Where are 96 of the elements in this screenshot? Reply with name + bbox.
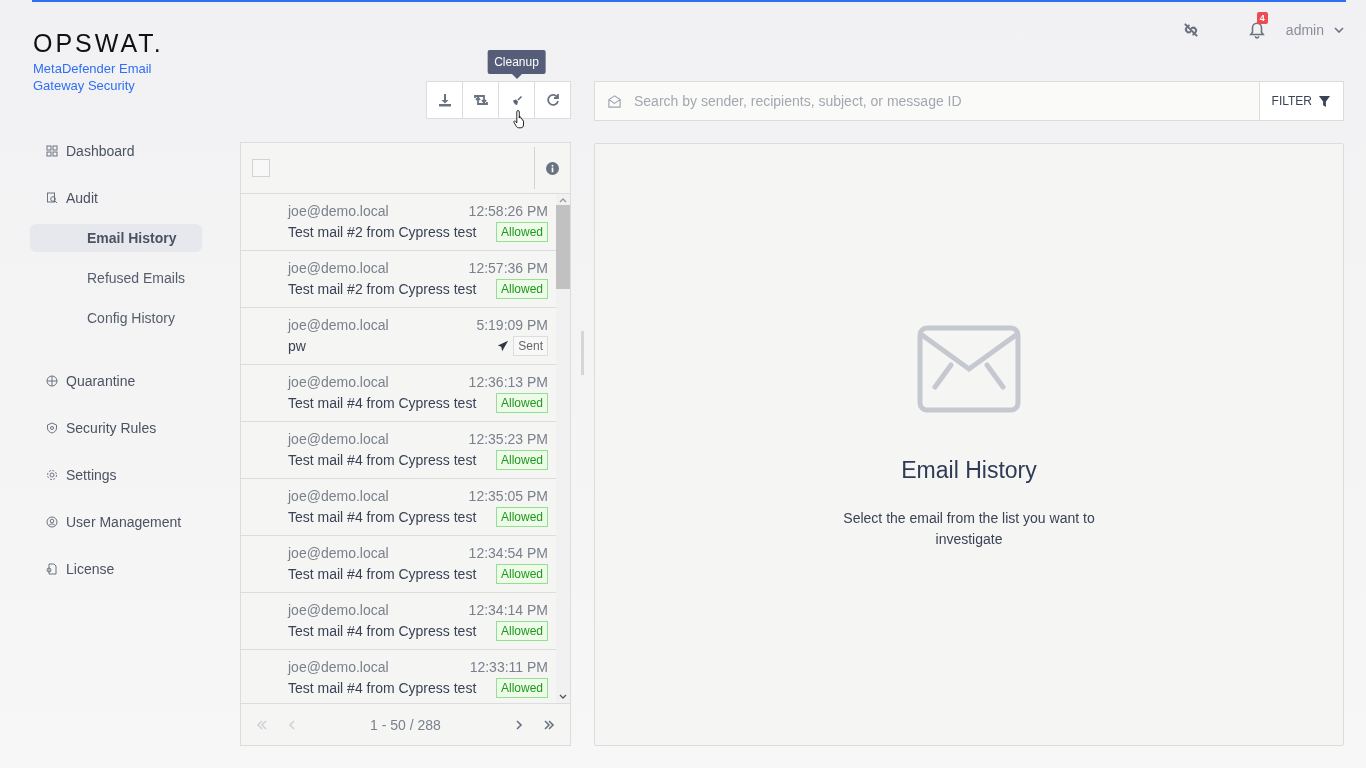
subject-text: Test mail #4 from Cypress test <box>288 623 477 639</box>
envelope-icon <box>917 325 1021 413</box>
detail-title: Email History <box>901 457 1037 484</box>
status-badge: Allowed <box>495 507 548 527</box>
double-chevron-left-icon <box>256 719 268 730</box>
page-range-text: 1 - 50 / 288 <box>369 716 442 733</box>
bell-icon[interactable] <box>1247 21 1266 39</box>
search-input[interactable]: Search by sender, recipients, subject, or message ID <box>634 83 1259 119</box>
tooltip: Cleanup <box>487 50 546 74</box>
time-text: 12:36:13 PM <box>468 374 548 390</box>
sender-text: joe@demo.local <box>288 602 389 618</box>
shield-icon <box>46 422 58 434</box>
status-badge: Allowed <box>495 678 548 698</box>
time-text: 12:58:26 PM <box>468 203 548 219</box>
subject-text: pw <box>288 338 306 354</box>
time-text: 12:34:54 PM <box>468 545 548 561</box>
sidebar-subitem[interactable]: Email History <box>30 224 202 252</box>
product-name: MetaDefender Email Gateway Security <box>33 60 153 94</box>
sender-text: joe@demo.local <box>288 659 389 675</box>
email-list-item[interactable]: joe@demo.local 12:35:23 PM Test mail #4 from Cypress test Allowed <box>241 422 556 479</box>
download-button[interactable] <box>426 81 463 119</box>
email-list-item[interactable]: joe@demo.local 12:35:05 PM Test mail #4 from Cypress test Allowed <box>241 479 556 536</box>
sidebar-item[interactable]: Quarantine <box>30 370 240 392</box>
sender-text: joe@demo.local <box>288 203 389 219</box>
sidebar-item[interactable]: User Management <box>30 511 240 533</box>
sidebar-subitem[interactable]: Refused Emails <box>30 264 202 292</box>
sidebar-item[interactable]: License <box>30 558 240 580</box>
notification-badge: 4 <box>1256 12 1268 24</box>
quarantine-icon <box>46 375 58 387</box>
unlink-icon[interactable] <box>1181 21 1200 39</box>
sender-text: joe@demo.local <box>288 317 389 333</box>
scrollbar-thumb[interactable] <box>556 205 570 289</box>
refresh-icon <box>544 92 561 108</box>
subject-text: Test mail #4 from Cypress test <box>288 452 477 468</box>
status-badge: Allowed <box>495 393 548 413</box>
logo: OPSWAT. <box>33 30 165 56</box>
subject-text: Test mail #4 from Cypress test <box>288 680 477 696</box>
license-icon <box>46 563 58 575</box>
time-text: 5:19:09 PM <box>476 317 548 333</box>
download-icon <box>436 92 453 108</box>
time-text: 12:34:14 PM <box>468 602 548 618</box>
sender-text: joe@demo.local <box>288 431 389 447</box>
double-chevron-right-icon <box>543 719 555 730</box>
scrollbar[interactable] <box>556 194 570 703</box>
time-text: 12:35:23 PM <box>468 431 548 447</box>
subject-text: Test mail #2 from Cypress test <box>288 281 477 297</box>
chevron-down-icon <box>1334 27 1344 33</box>
refresh-button[interactable] <box>534 81 571 119</box>
info-icon[interactable] <box>546 161 559 175</box>
audit-icon <box>46 192 58 204</box>
status-badge: Allowed <box>495 279 548 299</box>
status-badge: Sent <box>513 336 548 356</box>
repeat-icon <box>472 92 489 108</box>
subject-text: Test mail #4 from Cypress test <box>288 566 477 582</box>
sender-text: joe@demo.local <box>288 260 389 276</box>
sidebar-item[interactable]: Dashboard <box>30 140 240 162</box>
select-all-checkbox[interactable] <box>252 159 270 177</box>
sidebar-item[interactable]: Security Rules <box>30 417 240 439</box>
filter-icon <box>1318 94 1331 108</box>
tooltip-pointer <box>511 74 522 79</box>
gear-icon <box>46 469 58 481</box>
time-text: 12:35:05 PM <box>468 488 548 504</box>
chevron-right-icon <box>513 719 525 730</box>
scroll-up-icon[interactable] <box>559 197 567 203</box>
email-list-item[interactable]: joe@demo.local 12:34:54 PM Test mail #4 from Cypress test Allowed <box>241 536 556 593</box>
subject-text: Test mail #4 from Cypress test <box>288 395 477 411</box>
email-list-item[interactable]: joe@demo.local 12:33:11 PM Test mail #4 from Cypress test Allowed <box>241 650 556 703</box>
sidebar-subitem[interactable]: Config History <box>30 304 202 332</box>
sender-text: joe@demo.local <box>288 374 389 390</box>
status-badge: Allowed <box>495 621 548 641</box>
chevron-left-icon <box>286 719 298 730</box>
status-badge: Allowed <box>495 222 548 242</box>
status-badge: Allowed <box>495 564 548 584</box>
envelope-open-icon <box>607 93 622 109</box>
subject-text: Test mail #2 from Cypress test <box>288 224 477 240</box>
email-list-item[interactable]: joe@demo.local 12:58:26 PM Test mail #2 from Cypress test Allowed <box>241 194 556 251</box>
user-icon <box>46 516 58 528</box>
sidebar-item[interactable]: Audit <box>30 187 240 209</box>
sender-text: joe@demo.local <box>288 488 389 504</box>
detail-message: Select the email from the list you want to investigate <box>842 509 1096 549</box>
sender-text: joe@demo.local <box>288 545 389 561</box>
sidebar-item[interactable]: Settings <box>30 464 240 486</box>
email-list-item[interactable]: joe@demo.local 12:57:36 PM Test mail #2 from Cypress test Allowed <box>241 251 556 308</box>
retweet-button[interactable] <box>462 81 499 119</box>
email-list-item[interactable]: joe@demo.local 5:19:09 PM pw Sent <box>241 308 556 365</box>
filter-button[interactable]: FILTER <box>1258 81 1344 121</box>
status-badge: Allowed <box>495 450 548 470</box>
dashboard-icon <box>46 145 58 157</box>
search-field[interactable]: Search by sender, recipients, subject, or message ID <box>594 81 1259 121</box>
time-text: 12:33:11 PM <box>469 659 548 675</box>
subject-text: Test mail #4 from Cypress test <box>288 509 477 525</box>
scroll-down-icon[interactable] <box>559 694 567 700</box>
email-list-item[interactable]: joe@demo.local 12:34:14 PM Test mail #4 from Cypress test Allowed <box>241 593 556 650</box>
paper-plane-icon <box>497 340 510 352</box>
email-list-item[interactable]: joe@demo.local 12:36:13 PM Test mail #4 from Cypress test Allowed <box>241 365 556 422</box>
time-text: 12:57:36 PM <box>468 260 548 276</box>
